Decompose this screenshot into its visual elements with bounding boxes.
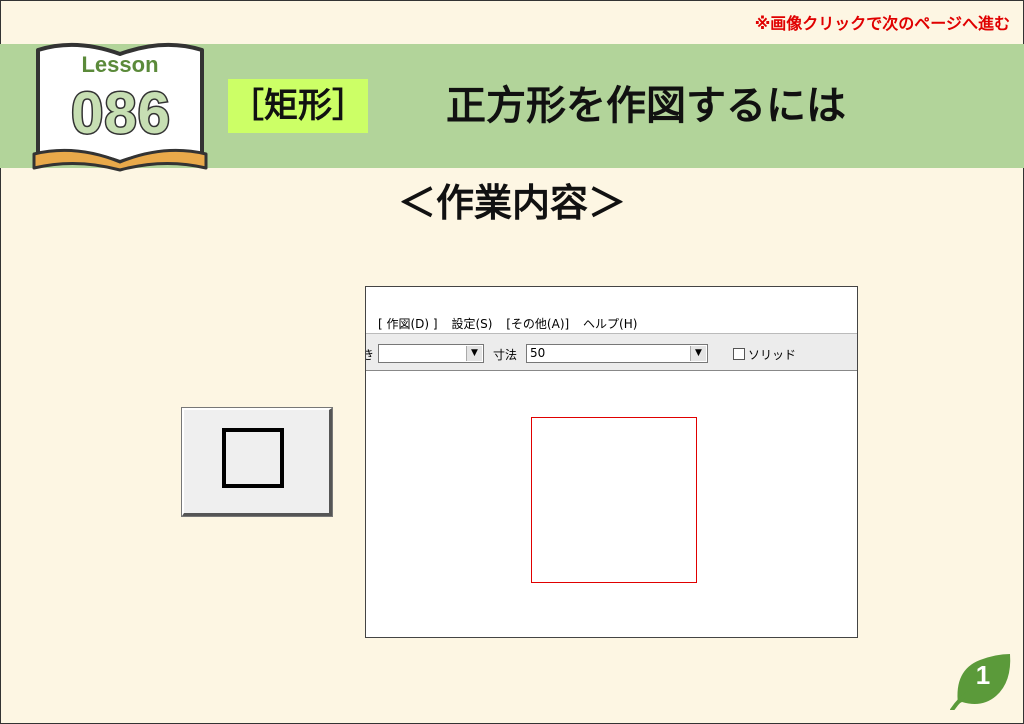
drawn-square [531, 417, 697, 583]
menu-other[interactable]: [その他(A)] [506, 317, 569, 331]
truncated-label: き [366, 346, 374, 363]
tool-options-bar: き ▼ 寸法 50 ▼ ソリッド [366, 333, 857, 371]
menu-bar: [ 作図(D) ] 設定(S) [その他(A)] ヘルプ(H) [378, 315, 647, 332]
menu-settings[interactable]: 設定(S) [451, 317, 492, 331]
square-icon [222, 428, 284, 488]
solid-label: ソリッド [748, 348, 797, 362]
lesson-label: Lesson [81, 52, 159, 77]
category-tag: ［矩形］ [228, 79, 368, 133]
page-number: 1 [975, 660, 991, 690]
chevron-down-icon[interactable]: ▼ [690, 346, 706, 361]
work-content-heading: ＜作業内容＞ [397, 181, 626, 225]
solid-checkbox[interactable] [733, 348, 745, 360]
next-page-notice[interactable]: ※画像クリックで次のページへ進む [755, 10, 1010, 34]
chevron-down-icon[interactable]: ▼ [466, 346, 482, 361]
menu-draw[interactable]: [ 作図(D) ] [378, 317, 438, 331]
app-window-screenshot: [ 作図(D) ] 設定(S) [その他(A)] ヘルプ(H) き ▼ 寸法 5… [365, 286, 858, 638]
menu-help[interactable]: ヘルプ(H) [583, 317, 637, 331]
rectangle-tool-button[interactable] [181, 407, 333, 517]
dimension-label: 寸法 [493, 348, 518, 362]
lesson-number: 086 [70, 80, 172, 148]
option-combo[interactable]: ▼ [378, 344, 484, 363]
page-title: 正方形を作図するには [446, 83, 846, 129]
dimension-combo[interactable]: 50 ▼ [526, 344, 708, 363]
drawing-canvas[interactable] [366, 371, 857, 637]
